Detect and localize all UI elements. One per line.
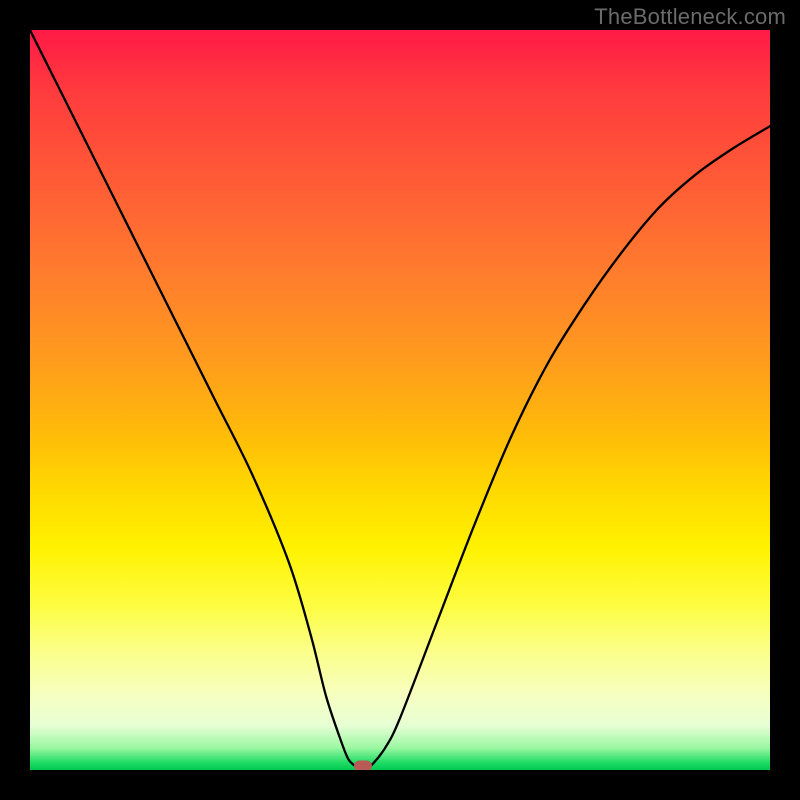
optimum-marker bbox=[354, 761, 372, 771]
bottleneck-curve-path bbox=[30, 30, 770, 770]
watermark-text: TheBottleneck.com bbox=[594, 4, 786, 30]
chart-frame: TheBottleneck.com bbox=[0, 0, 800, 800]
chart-curve-svg bbox=[30, 30, 770, 770]
plot-area bbox=[30, 30, 770, 770]
